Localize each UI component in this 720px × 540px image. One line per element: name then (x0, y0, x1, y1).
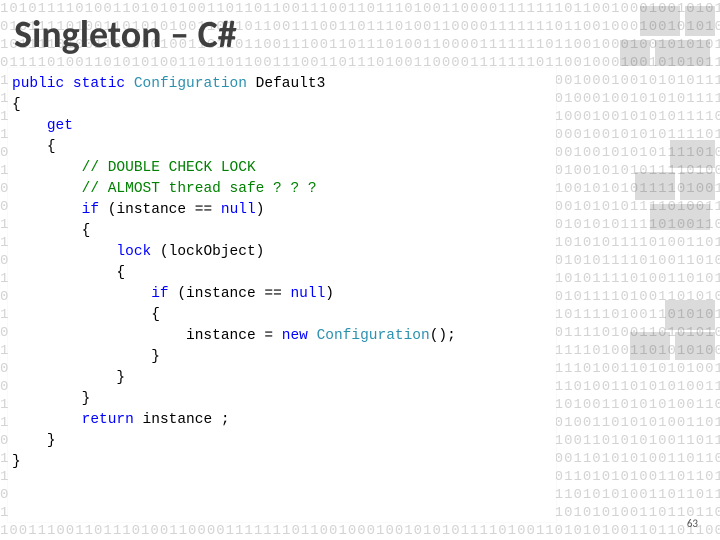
member-name: Default3 (256, 76, 326, 92)
brace: } (82, 391, 91, 407)
keyword-if: if (82, 202, 99, 218)
keyword-if: if (151, 286, 168, 302)
brace: { (12, 97, 21, 113)
keyword-return: return (82, 412, 134, 428)
background-binary-row: 1001110011011101001100001111111011001000… (0, 522, 720, 540)
comment: // ALMOST thread safe ? ? ? (82, 181, 317, 197)
brace: } (116, 370, 125, 386)
keyword-public: public (12, 76, 64, 92)
brace: } (12, 454, 21, 470)
keyword-null: null (290, 286, 325, 302)
brace: { (151, 307, 160, 323)
brace: { (116, 265, 125, 281)
keyword-lock: lock (116, 244, 151, 260)
keyword-null: null (221, 202, 256, 218)
page-number: 63 (687, 517, 698, 530)
type-configuration: Configuration (317, 328, 430, 344)
slide-title: Singleton – C# (14, 12, 237, 58)
keyword-new: new (282, 328, 308, 344)
type-configuration: Configuration (134, 76, 247, 92)
brace: } (151, 349, 160, 365)
code-panel: public static Configuration Default3 { g… (8, 68, 556, 522)
brace: { (47, 139, 56, 155)
brace: { (82, 223, 91, 239)
slide: 1010111101001101010100110110110011100110… (0, 0, 720, 540)
comment: // DOUBLE CHECK LOCK (82, 160, 256, 176)
keyword-get: get (47, 118, 73, 134)
brace: } (47, 433, 56, 449)
keyword-static: static (73, 76, 125, 92)
code-block: public static Configuration Default3 { g… (12, 74, 552, 473)
